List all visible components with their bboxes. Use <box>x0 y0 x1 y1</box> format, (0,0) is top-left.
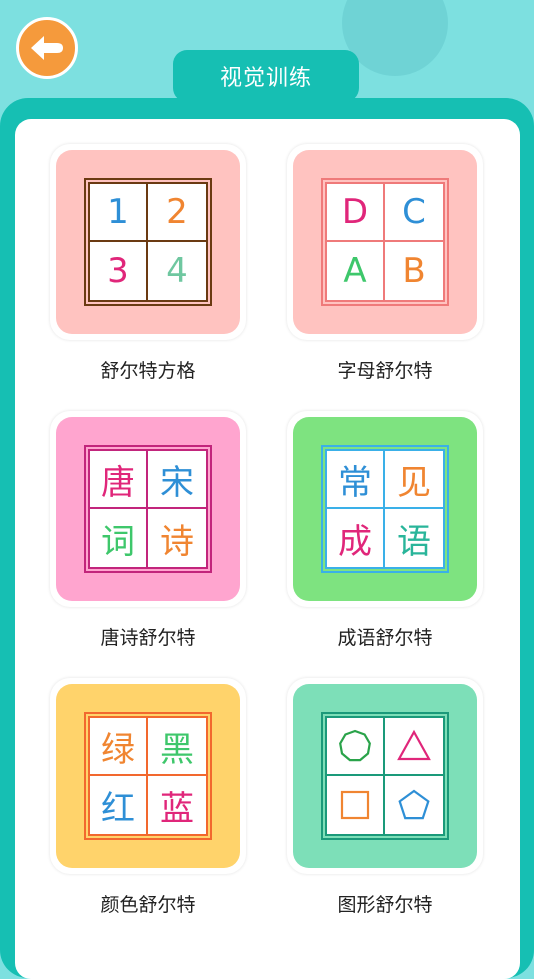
nonagon-icon <box>327 718 385 776</box>
schulte-grid: DCAB <box>321 178 449 306</box>
card-title[interactable]: 舒尔特方格 <box>50 356 246 383</box>
card-tile[interactable]: 常见成语 <box>293 417 477 601</box>
card-tile-frame[interactable] <box>287 678 483 874</box>
grid-cell: 唐 <box>90 451 148 509</box>
arrow-left-icon <box>31 36 63 60</box>
card-tile-frame[interactable]: 常见成语 <box>287 411 483 607</box>
grid-cell: B <box>402 251 426 291</box>
card-tile[interactable]: 1234 <box>56 150 240 334</box>
card-title[interactable]: 颜色舒尔特 <box>50 890 246 917</box>
square-icon <box>327 776 385 834</box>
grid-cell: 绿 <box>90 718 148 776</box>
card-tile-frame[interactable]: 唐宋词诗 <box>50 411 246 607</box>
grid-cell: A <box>327 242 385 300</box>
grid-cell: D <box>327 184 385 242</box>
card-tile-frame[interactable]: DCAB <box>287 144 483 340</box>
card-tile-frame[interactable]: 1234 <box>50 144 246 340</box>
grid-cell: 语 <box>397 521 431 562</box>
card-title[interactable]: 成语舒尔特 <box>287 623 483 650</box>
schulte-grid: 常见成语 <box>321 445 449 573</box>
schulte-grid: 唐宋词诗 <box>84 445 212 573</box>
page-title: 视觉训练 <box>173 50 359 102</box>
grid-cell: 宋 <box>148 451 206 509</box>
grid-cell: 2 <box>148 184 206 242</box>
schulte-grid: 绿黑红蓝 <box>84 712 212 840</box>
card-tile[interactable] <box>293 684 477 868</box>
grid-cell: C <box>385 184 443 242</box>
grid-cell: 蓝 <box>160 788 194 829</box>
grid-cell: 词 <box>90 509 148 567</box>
triangle-icon <box>385 718 443 776</box>
grid-cell: 常 <box>327 451 385 509</box>
card-title[interactable]: 图形舒尔特 <box>287 890 483 917</box>
grid-cell: 4 <box>166 251 188 291</box>
grid-cell: 3 <box>90 242 148 300</box>
card-tile-frame[interactable]: 绿黑红蓝 <box>50 678 246 874</box>
card-tile[interactable]: 绿黑红蓝 <box>56 684 240 868</box>
schulte-grid: 1234 <box>84 178 212 306</box>
card-title[interactable]: 字母舒尔特 <box>287 356 483 383</box>
grid-cell: 成 <box>327 509 385 567</box>
schulte-grid <box>321 712 449 840</box>
pentagon-icon <box>385 776 443 834</box>
card-title[interactable]: 唐诗舒尔特 <box>50 623 246 650</box>
card-tile[interactable]: DCAB <box>293 150 477 334</box>
grid-cell: 黑 <box>148 718 206 776</box>
grid-cell: 1 <box>90 184 148 242</box>
grid-cell: 见 <box>385 451 443 509</box>
card-tile[interactable]: 唐宋词诗 <box>56 417 240 601</box>
grid-cell: 红 <box>90 776 148 834</box>
grid-cell: 诗 <box>160 521 194 562</box>
back-button[interactable] <box>16 17 78 79</box>
